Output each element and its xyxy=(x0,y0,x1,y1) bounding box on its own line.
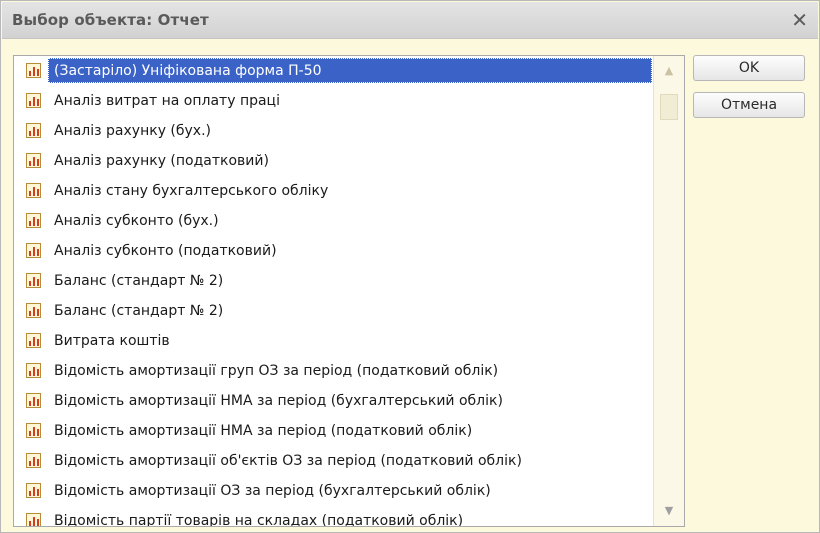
list-item-label: Баланс (стандарт № 2) xyxy=(54,303,224,319)
list-item-label: Відомість амортизації ОЗ за період (бухг… xyxy=(54,483,491,499)
report-chart-icon xyxy=(26,183,41,198)
list-item-label: (Застаріло) Уніфікована форма П-50 xyxy=(54,63,322,79)
report-chart-icon xyxy=(26,363,41,378)
list-item[interactable]: Відомість амортизації об'єктів ОЗ за пер… xyxy=(14,446,654,476)
report-chart-icon xyxy=(26,123,41,138)
list-item-label: Відомість амортизації НМА за період (бух… xyxy=(54,393,503,409)
cancel-button[interactable]: Отмена xyxy=(693,92,805,118)
list-item[interactable]: Баланс (стандарт № 2) xyxy=(14,296,654,326)
list-item[interactable]: Відомість амортизації НМА за період (бух… xyxy=(14,386,654,416)
list-item-label: Аналіз субконто (бух.) xyxy=(54,213,219,229)
report-chart-icon xyxy=(26,153,41,168)
list-item[interactable]: Витрата коштів xyxy=(14,326,654,356)
report-chart-icon xyxy=(26,303,41,318)
list-item-label: Аналіз витрат на оплату праці xyxy=(54,93,280,109)
list-item-label: Витрата коштів xyxy=(54,333,170,349)
list-item-label: Аналіз рахунку (бух.) xyxy=(54,123,212,139)
list-item[interactable]: Відомість амортизації ОЗ за період (бухг… xyxy=(14,476,654,506)
list-item-label: Відомість амортизації НМА за період (под… xyxy=(54,423,473,439)
report-chart-icon xyxy=(26,513,41,526)
report-chart-icon xyxy=(26,93,41,108)
object-selection-dialog: Выбор объекта: Отчет ✕ (Застаріло) Уніфі… xyxy=(0,0,820,533)
ok-button[interactable]: OK xyxy=(693,55,805,81)
list-item-label: Відомість амортизації об'єктів ОЗ за пер… xyxy=(54,453,522,469)
list-item[interactable]: Аналіз субконто (бух.) xyxy=(14,206,654,236)
report-chart-icon xyxy=(26,63,41,78)
list-item[interactable]: Відомість амортизації груп ОЗ за період … xyxy=(14,356,654,386)
report-chart-icon xyxy=(26,243,41,258)
list-item[interactable]: Баланс (стандарт № 2) xyxy=(14,266,654,296)
report-chart-icon xyxy=(26,483,41,498)
report-chart-icon xyxy=(26,333,41,348)
scroll-down-icon[interactable]: ▼ xyxy=(654,496,684,526)
close-icon[interactable]: ✕ xyxy=(791,8,808,32)
report-list[interactable]: (Застаріло) Уніфікована форма П-50 Аналіз… xyxy=(13,55,685,527)
list-item[interactable]: Аналіз витрат на оплату праці xyxy=(14,86,654,116)
report-chart-icon xyxy=(26,273,41,288)
window-title: Выбор объекта: Отчет xyxy=(12,11,209,29)
title-bar: Выбор объекта: Отчет ✕ xyxy=(2,2,818,39)
scroll-up-icon[interactable]: ▲ xyxy=(654,56,684,86)
list-item[interactable]: Відомість партії товарів на складах (под… xyxy=(14,506,654,527)
report-chart-icon xyxy=(26,423,41,438)
list-item-label: Аналіз стану бухгалтерського обліку xyxy=(54,183,329,199)
list-item-label: Баланс (стандарт № 2) xyxy=(54,273,224,289)
list-item-label: Аналіз рахунку (податковий) xyxy=(54,153,269,169)
report-chart-icon xyxy=(26,393,41,408)
list-item-label: Аналіз субконто (податковий) xyxy=(54,243,277,259)
list-item[interactable]: Аналіз стану бухгалтерського обліку xyxy=(14,176,654,206)
vertical-scrollbar[interactable]: ▲ ▼ xyxy=(653,56,684,526)
list-item[interactable]: (Застаріло) Уніфікована форма П-50 xyxy=(14,56,654,86)
list-item-label: Відомість амортизації груп ОЗ за період … xyxy=(54,363,499,379)
list-item[interactable]: Відомість амортизації НМА за період (под… xyxy=(14,416,654,446)
scrollbar-thumb[interactable] xyxy=(660,94,678,120)
report-list-items: (Застаріло) Уніфікована форма П-50 Аналіз… xyxy=(14,56,654,527)
list-item[interactable]: Аналіз рахунку (податковий) xyxy=(14,146,654,176)
list-item[interactable]: Аналіз рахунку (бух.) xyxy=(14,116,654,146)
list-item-label: Відомість партії товарів на складах (под… xyxy=(54,513,464,527)
list-item[interactable]: Аналіз субконто (податковий) xyxy=(14,236,654,266)
report-chart-icon xyxy=(26,453,41,468)
report-chart-icon xyxy=(26,213,41,228)
